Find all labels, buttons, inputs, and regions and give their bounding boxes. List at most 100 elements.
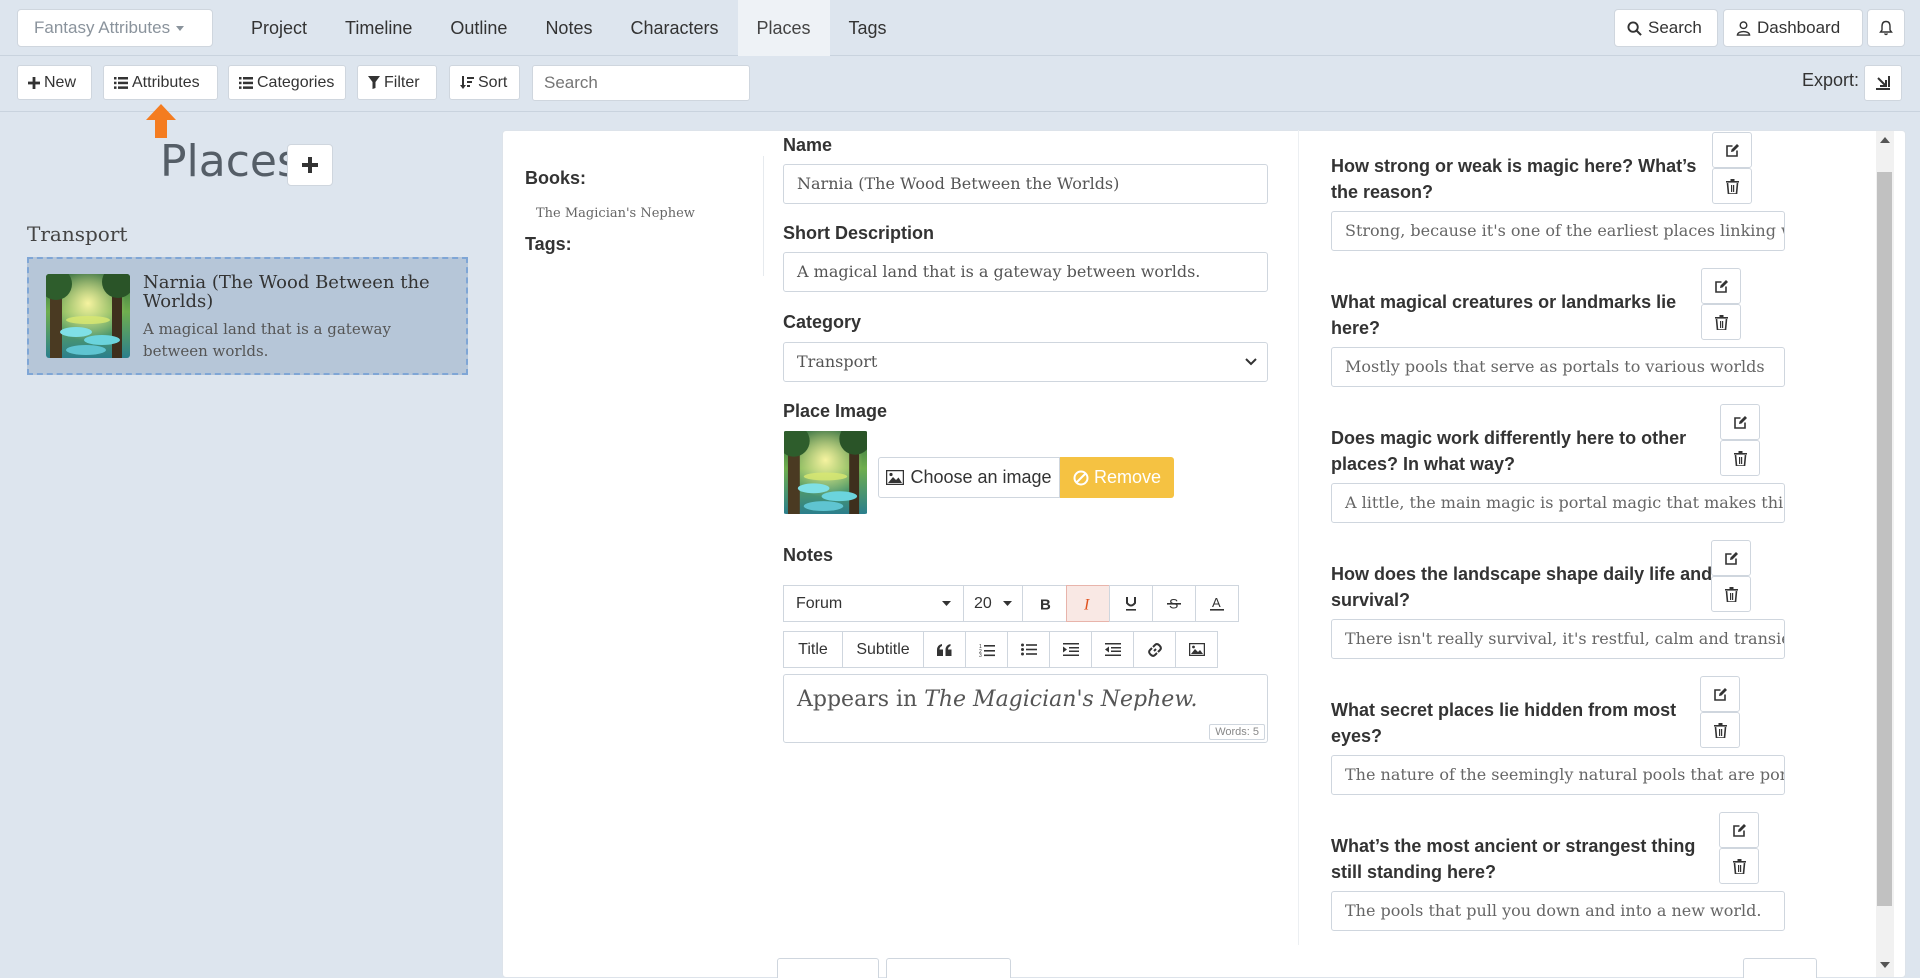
edit-attribute-button[interactable] (1712, 132, 1752, 168)
category-heading: Transport (27, 222, 128, 246)
bold-button[interactable]: B (1022, 585, 1067, 622)
trash-icon (1714, 314, 1728, 330)
tags-label: Tags: (525, 234, 572, 254)
category-select[interactable]: Transport (783, 342, 1268, 382)
notes-text: Appears in (797, 687, 925, 712)
rte-toolbar-row-2: Title Subtitle 123 (783, 631, 1218, 668)
short-description-input[interactable]: A magical land that is a gateway between… (783, 252, 1268, 292)
delete-attribute-button[interactable] (1712, 168, 1752, 204)
book-item[interactable]: The Magician's Nephew (536, 206, 695, 221)
caret-down-icon (176, 26, 185, 32)
places-toolbar: New Attributes Categories Filter Sort Ex… (0, 57, 1920, 112)
delete-place-button[interactable] (777, 958, 879, 978)
scroll-down-arrow-icon[interactable] (1880, 962, 1890, 968)
strikethrough-button[interactable]: S (1152, 585, 1196, 622)
edit-attribute-button[interactable] (1719, 812, 1759, 848)
attribute-answer-input[interactable]: The nature of the seemingly natural pool… (1331, 755, 1785, 795)
short-description-label: Short Description (783, 223, 935, 243)
filter-button-label: Filter (384, 74, 420, 91)
tab-places[interactable]: Places (737, 0, 830, 56)
text-color-button[interactable]: A (1195, 585, 1239, 622)
notifications-button[interactable] (1867, 9, 1905, 47)
edit-attribute-button[interactable] (1701, 268, 1741, 304)
sort-button-label: Sort (478, 74, 508, 91)
italic-button[interactable]: I (1066, 585, 1110, 622)
search-button[interactable]: Search (1614, 9, 1718, 47)
attribute-answer-input[interactable]: There isn't really survival, it's restfu… (1331, 619, 1785, 659)
notes-text-italic: The Magician's Nephew. (924, 687, 1198, 712)
title-button[interactable]: Title (783, 631, 843, 668)
image-icon (1188, 643, 1205, 656)
underline-button[interactable] (1109, 585, 1153, 622)
sort-icon (460, 75, 474, 89)
font-family-value: Forum (796, 594, 843, 612)
caret-down-icon (942, 600, 951, 606)
bullet-list-button[interactable] (1007, 631, 1050, 668)
new-button[interactable]: New (17, 65, 92, 100)
attributes-button[interactable]: Attributes (103, 65, 218, 100)
attribute-answer-input[interactable]: Mostly pools that serve as portals to va… (1331, 347, 1785, 387)
delete-attribute-button[interactable] (1711, 576, 1751, 612)
categories-button[interactable]: Categories (228, 65, 346, 100)
delete-attribute-button[interactable] (1700, 712, 1740, 748)
place-thumbnail (46, 274, 130, 358)
scrollbar-thumb[interactable] (1877, 172, 1892, 906)
edit-attribute-button[interactable] (1700, 676, 1740, 712)
ban-icon (1073, 470, 1089, 485)
name-input[interactable]: Narnia (The Wood Between the Worlds) (783, 164, 1268, 204)
italic-icon: I (1083, 597, 1090, 611)
indent-icon (1062, 643, 1079, 656)
tab-tags[interactable]: Tags (830, 0, 906, 56)
plus-icon (28, 76, 40, 89)
toolbar-search-input[interactable] (532, 65, 750, 101)
user-icon (1736, 21, 1751, 36)
save-place-button[interactable] (886, 958, 1011, 978)
edit-icon (1732, 823, 1746, 837)
insert-image-button[interactable] (1175, 631, 1218, 668)
top-nav: Fantasy Attributes Project Timeline Outl… (0, 0, 1920, 56)
tab-characters[interactable]: Characters (611, 0, 737, 56)
tab-outline[interactable]: Outline (431, 0, 526, 56)
close-panel-button[interactable] (1743, 958, 1817, 978)
attribute-answer-input[interactable]: A little, the main magic is portal magic… (1331, 483, 1785, 523)
indent-button[interactable] (1049, 631, 1092, 668)
dashboard-button[interactable]: Dashboard (1723, 9, 1863, 47)
tab-timeline[interactable]: Timeline (326, 0, 431, 56)
strikethrough-icon: S (1167, 596, 1181, 611)
ordered-list-icon: 123 (979, 644, 995, 657)
subtitle-button[interactable]: Subtitle (842, 631, 924, 668)
name-label: Name (783, 135, 833, 155)
filter-button[interactable]: Filter (357, 65, 437, 100)
font-size-select[interactable]: 20 (963, 585, 1023, 622)
tab-notes[interactable]: Notes (526, 0, 611, 56)
place-card-description: A magical land that is a gateway between… (143, 320, 391, 360)
notes-editor[interactable]: Appears in The Magician's Nephew. Words:… (783, 674, 1268, 743)
sort-button[interactable]: Sort (449, 65, 520, 100)
choose-image-label: Choose an image (910, 467, 1052, 487)
ordered-list-button[interactable]: 123 (965, 631, 1008, 668)
scroll-up-arrow-icon[interactable] (1880, 137, 1890, 143)
place-card[interactable]: Narnia (The Wood Between the Worlds) A m… (27, 257, 468, 375)
project-dropdown[interactable]: Fantasy Attributes (17, 9, 213, 47)
choose-image-button[interactable]: Choose an image (878, 457, 1060, 498)
add-place-button[interactable] (287, 144, 333, 186)
blockquote-button[interactable] (923, 631, 966, 668)
link-button[interactable] (1133, 631, 1176, 668)
delete-attribute-button[interactable] (1701, 304, 1741, 340)
tab-project[interactable]: Project (232, 0, 326, 56)
attribute-question: What’s the most ancient or strangest thi… (1331, 836, 1696, 882)
delete-attribute-button[interactable] (1719, 848, 1759, 884)
remove-image-button[interactable]: Remove (1060, 457, 1174, 498)
books-label: Books: (525, 168, 587, 188)
attribute-answer-input[interactable]: The pools that pull you down and into a … (1331, 891, 1785, 931)
edit-attribute-button[interactable] (1720, 404, 1760, 440)
plus-icon (302, 157, 318, 173)
delete-attribute-button[interactable] (1720, 440, 1760, 476)
column-divider (1298, 130, 1299, 945)
main-tabs: Project Timeline Outline Notes Character… (232, 0, 906, 56)
outdent-button[interactable] (1091, 631, 1134, 668)
export-button[interactable] (1864, 65, 1902, 101)
edit-attribute-button[interactable] (1711, 540, 1751, 576)
font-family-select[interactable]: Forum (783, 585, 964, 622)
attribute-answer-input[interactable]: Strong, because it's one of the earliest… (1331, 211, 1785, 251)
